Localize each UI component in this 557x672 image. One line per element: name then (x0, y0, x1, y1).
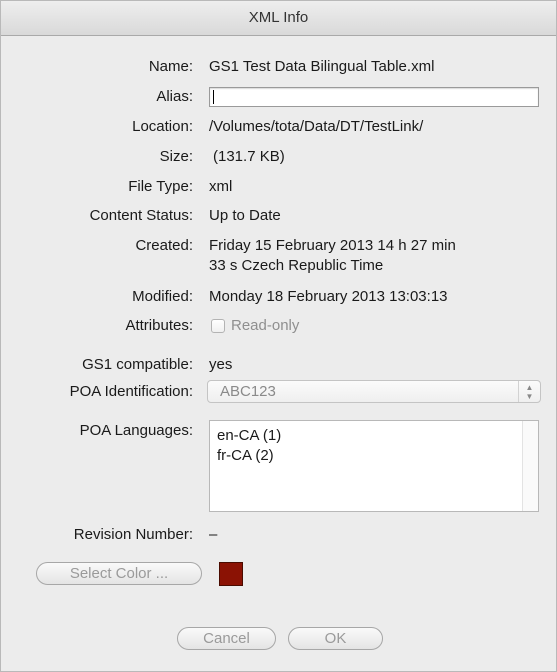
name-value: GS1 Test Data Bilingual Table.xml (209, 58, 435, 75)
content-status-label: Content Status: (89, 207, 193, 224)
alias-label: Alias: (156, 88, 193, 105)
window-title: XML Info (1, 1, 556, 36)
list-item[interactable]: fr-CA (2) (217, 447, 274, 464)
color-swatch[interactable] (219, 562, 243, 586)
up-down-arrows-icon: ▲ ▼ (518, 381, 540, 402)
ok-button[interactable]: OK (288, 627, 383, 650)
poa-identification-label: POA Identification: (69, 383, 193, 400)
created-label: Created: (135, 237, 193, 254)
name-label: Name: (148, 58, 193, 75)
gs1-compatible-label: GS1 compatible: (82, 356, 193, 373)
content-status-value: Up to Date (209, 207, 281, 224)
modified-value: Monday 18 February 2013 13:03:13 (209, 288, 448, 305)
attributes-label: Attributes: (125, 317, 193, 334)
poa-languages-label: POA Languages: (79, 422, 193, 439)
location-label: Location: (132, 118, 193, 135)
alias-input[interactable] (209, 87, 539, 107)
cancel-button[interactable]: Cancel (177, 627, 276, 650)
readonly-checkbox[interactable] (211, 318, 225, 333)
size-value: (131.7 KB) (213, 148, 285, 165)
created-value-line1: Friday 15 February 2013 14 h 27 min (209, 237, 456, 254)
size-label: Size: (159, 148, 193, 165)
gs1-compatible-value: yes (209, 356, 233, 373)
poa-identification-select[interactable]: ABC123 ▲ ▼ (207, 380, 541, 403)
readonly-label: Read-only (231, 317, 300, 334)
list-item[interactable]: en-CA (1) (217, 427, 281, 444)
list-scrollbar[interactable] (522, 421, 538, 511)
text-caret (213, 90, 214, 104)
revision-number-value: – (209, 526, 218, 543)
file-type-label: File Type: (128, 178, 193, 195)
file-type-value: xml (209, 178, 233, 195)
select-color-button[interactable]: Select Color ... (36, 562, 202, 585)
revision-number-label: Revision Number: (73, 526, 193, 543)
xml-info-window: XML Info Name: GS1 Test Data Bilingual T… (0, 0, 557, 672)
created-value-line2: 33 s Czech Republic Time (209, 257, 384, 274)
poa-languages-list[interactable]: en-CA (1) fr-CA (2) (209, 420, 539, 512)
location-value: /Volumes/tota/Data/DT/TestLink/ (209, 118, 424, 135)
readonly-checkbox-control[interactable]: Read-only (211, 317, 299, 334)
poa-identification-value: ABC123 (220, 383, 276, 400)
modified-label: Modified: (132, 288, 193, 305)
